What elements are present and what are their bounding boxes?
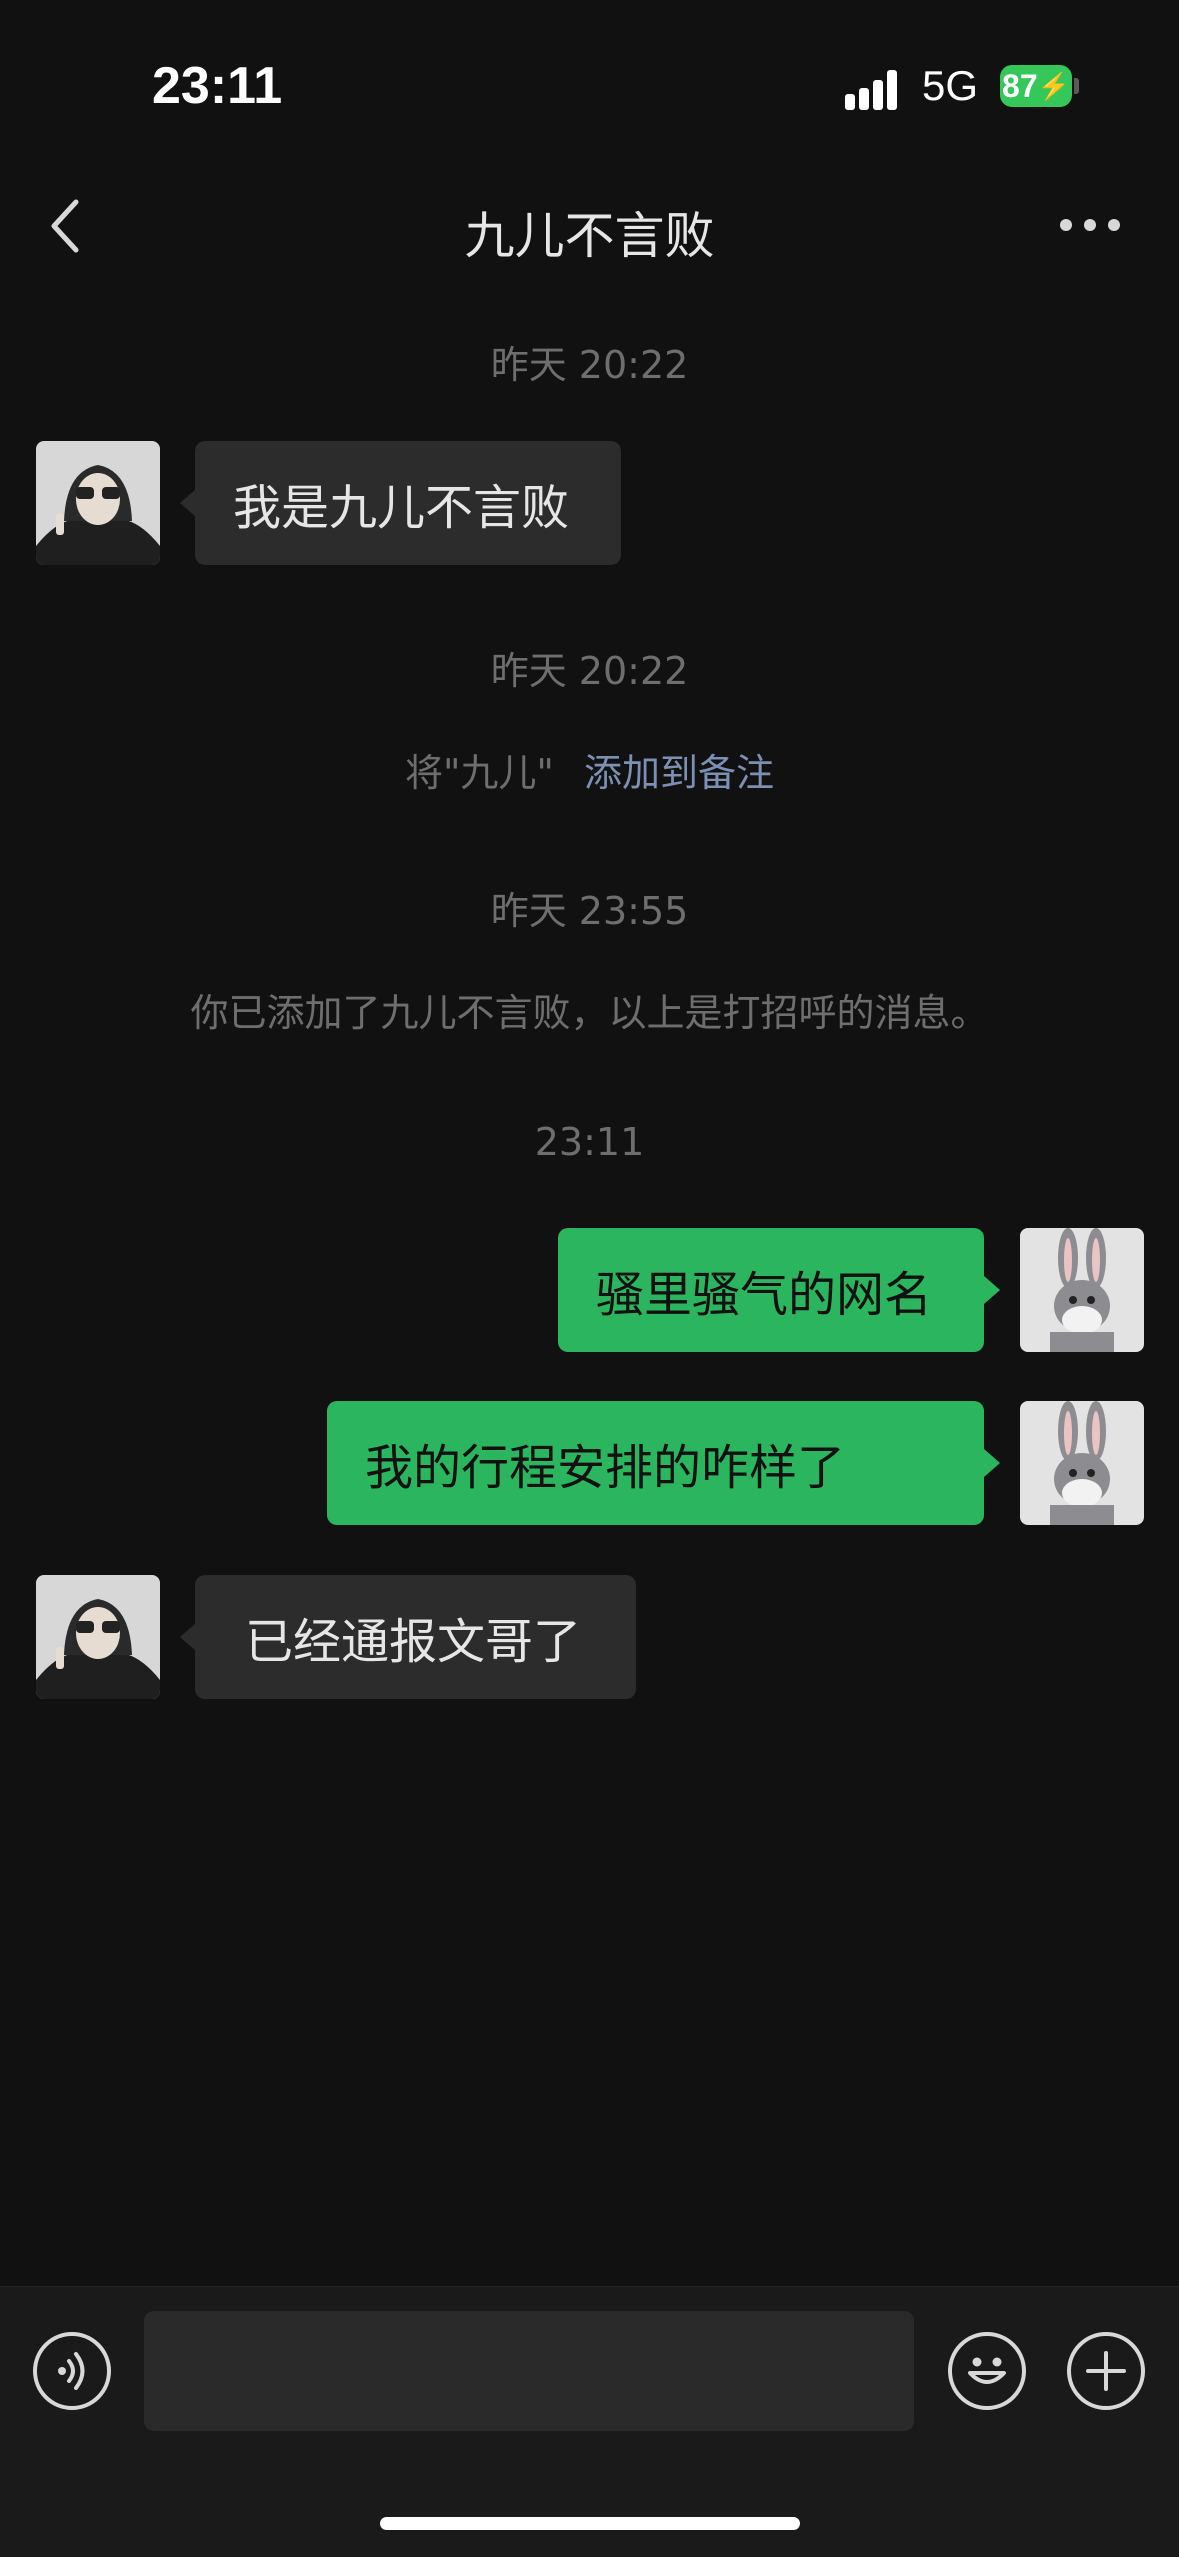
avatar[interactable] <box>1020 1228 1144 1352</box>
status-time: 23:11 <box>152 57 283 115</box>
more-dots-icon[interactable] <box>1060 210 1130 240</box>
avatar[interactable] <box>36 441 160 565</box>
avatar[interactable] <box>36 1575 160 1699</box>
message-bubble-incoming[interactable]: 我是九儿不言败 <box>195 441 621 565</box>
timestamp: 昨天 20:22 <box>490 649 689 693</box>
message-input[interactable] <box>144 2311 914 2431</box>
voice-icon[interactable] <box>33 2332 111 2410</box>
bubble-tail <box>180 489 196 517</box>
home-indicator[interactable] <box>380 2517 800 2530</box>
message-bubble-outgoing[interactable]: 骚里骚气的网名 <box>558 1228 984 1352</box>
remark-hint: 将"九儿" 添加到备注 <box>0 742 1179 797</box>
battery-level: 87 <box>1002 67 1038 104</box>
bubble-tail <box>180 1623 196 1651</box>
timestamp: 昨天 23:55 <box>490 889 689 933</box>
battery-icon: 87 ⚡ <box>1000 65 1072 107</box>
timestamp: 昨天 20:22 <box>490 343 689 387</box>
message-bubble-incoming[interactable]: 已经通报文哥了 <box>195 1575 636 1699</box>
emoji-icon[interactable] <box>948 2332 1026 2410</box>
timestamp: 23:11 <box>534 1120 645 1164</box>
chat-title: 九儿不言败 <box>464 207 715 265</box>
system-message: 你已添加了九儿不言败，以上是打招呼的消息。 <box>190 991 989 1035</box>
battery-tip <box>1074 78 1079 94</box>
bubble-tail <box>984 1449 1000 1477</box>
signal-icon <box>845 70 905 110</box>
message-bubble-outgoing[interactable]: 我的行程安排的咋样了 <box>327 1401 984 1525</box>
remark-prefix: 将"九儿" <box>404 751 554 795</box>
avatar[interactable] <box>1020 1401 1144 1525</box>
add-remark-link[interactable]: 添加到备注 <box>584 751 774 795</box>
plus-icon[interactable] <box>1067 2332 1145 2410</box>
network-type: 5G <box>922 62 979 109</box>
bubble-tail <box>984 1276 1000 1304</box>
